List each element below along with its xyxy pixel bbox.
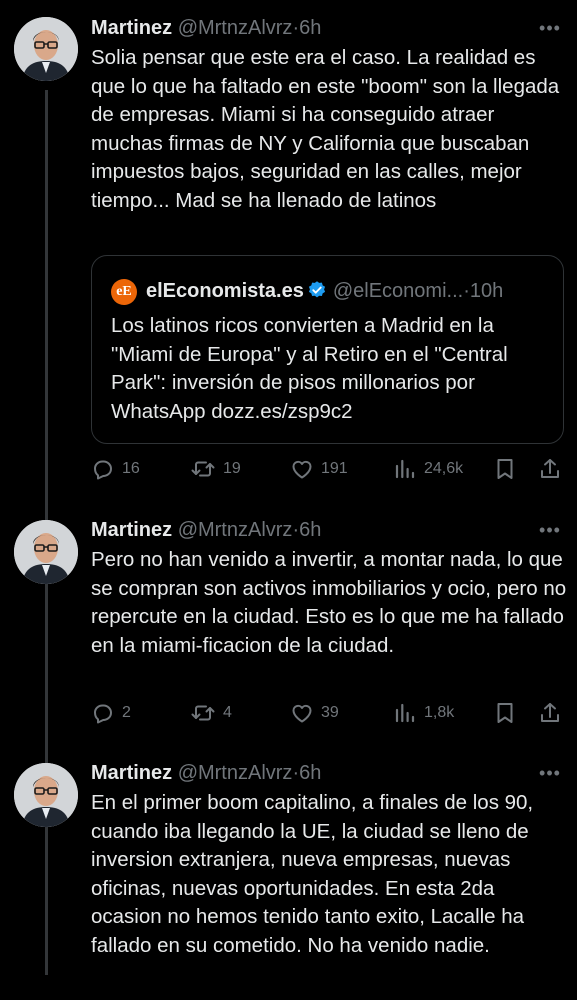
tweet-text: Pero no han venido a invertir, a montar … <box>91 548 572 657</box>
views-button[interactable]: 1,8k <box>393 700 454 726</box>
tweet-actions: 2 4 39 1,8k <box>91 700 567 726</box>
timestamp[interactable]: 6h <box>299 519 321 541</box>
quoted-avatar-logo: eE <box>111 279 137 305</box>
share-button[interactable] <box>538 700 569 726</box>
bookmark-button[interactable] <box>493 700 524 726</box>
separator-dot: · <box>463 280 470 302</box>
repost-button[interactable]: 4 <box>190 700 232 726</box>
share-icon <box>538 701 569 725</box>
tweet-header: Martinez @MrtnzAlvrz·6h <box>91 517 547 543</box>
reply-button[interactable]: 2 <box>91 700 131 726</box>
verified-badge-icon <box>307 280 327 308</box>
like-button[interactable]: 39 <box>290 700 339 726</box>
like-count: 39 <box>321 704 339 721</box>
author-handle[interactable]: @MrtnzAlvrz <box>178 762 293 784</box>
share-button[interactable] <box>538 456 569 482</box>
quoted-tweet-text: Los latinos ricos convierten a Madrid en… <box>111 314 508 423</box>
avatar[interactable] <box>14 763 78 827</box>
views-count: 24,6k <box>424 460 464 477</box>
quoted-author-handle: @elEconomi... <box>332 280 464 302</box>
avatar[interactable] <box>14 17 78 81</box>
like-icon <box>290 701 321 725</box>
more-icon[interactable]: ••• <box>537 19 563 41</box>
timestamp[interactable]: 6h <box>299 762 321 784</box>
tweet-text: Solia pensar que este era el caso. La re… <box>91 46 565 212</box>
like-icon <box>290 457 321 481</box>
like-button[interactable]: 191 <box>290 456 348 482</box>
quoted-tweet-header: elEconomista.es @elEconomi...·10h <box>146 277 551 305</box>
reply-count: 16 <box>122 460 140 477</box>
author-name[interactable]: Martinez <box>91 17 172 39</box>
bookmark-icon <box>493 701 524 725</box>
views-button[interactable]: 24,6k <box>393 456 463 482</box>
author-handle[interactable]: @MrtnzAlvrz <box>178 519 293 541</box>
quoted-tweet[interactable]: eE elEconomista.es @elEconomi...·10h Los … <box>91 255 564 444</box>
views-count: 1,8k <box>424 704 455 721</box>
tweet-header: Martinez @MrtnzAlvrz·6h <box>91 760 547 786</box>
bookmark-icon <box>493 457 524 481</box>
reply-button[interactable]: 16 <box>91 456 140 482</box>
more-icon[interactable]: ••• <box>537 521 563 543</box>
author-name[interactable]: Martinez <box>91 762 172 784</box>
tweet-text: En el primer boom capitalino, a finales … <box>91 791 539 957</box>
bookmark-button[interactable] <box>493 456 524 482</box>
timestamp[interactable]: 6h <box>299 17 321 39</box>
quoted-author-name: elEconomista.es <box>146 280 304 302</box>
share-icon <box>538 457 569 481</box>
reply-count: 2 <box>122 704 131 721</box>
repost-icon <box>190 701 223 725</box>
reply-icon <box>91 701 122 725</box>
author-handle[interactable]: @MrtnzAlvrz <box>178 17 293 39</box>
repost-count: 19 <box>223 460 241 477</box>
views-icon <box>393 457 424 481</box>
repost-count: 4 <box>223 704 232 721</box>
reply-icon <box>91 457 122 481</box>
more-icon[interactable]: ••• <box>537 764 563 786</box>
views-icon <box>393 701 424 725</box>
repost-button[interactable]: 19 <box>190 456 241 482</box>
like-count: 191 <box>321 460 348 477</box>
tweet-actions: 16 19 191 24,6k <box>91 456 567 482</box>
repost-icon <box>190 457 223 481</box>
quoted-timestamp: 10h <box>469 280 504 302</box>
avatar[interactable] <box>14 520 78 584</box>
author-name[interactable]: Martinez <box>91 519 172 541</box>
tweet-header: Martinez @MrtnzAlvrz·6h <box>91 15 547 41</box>
